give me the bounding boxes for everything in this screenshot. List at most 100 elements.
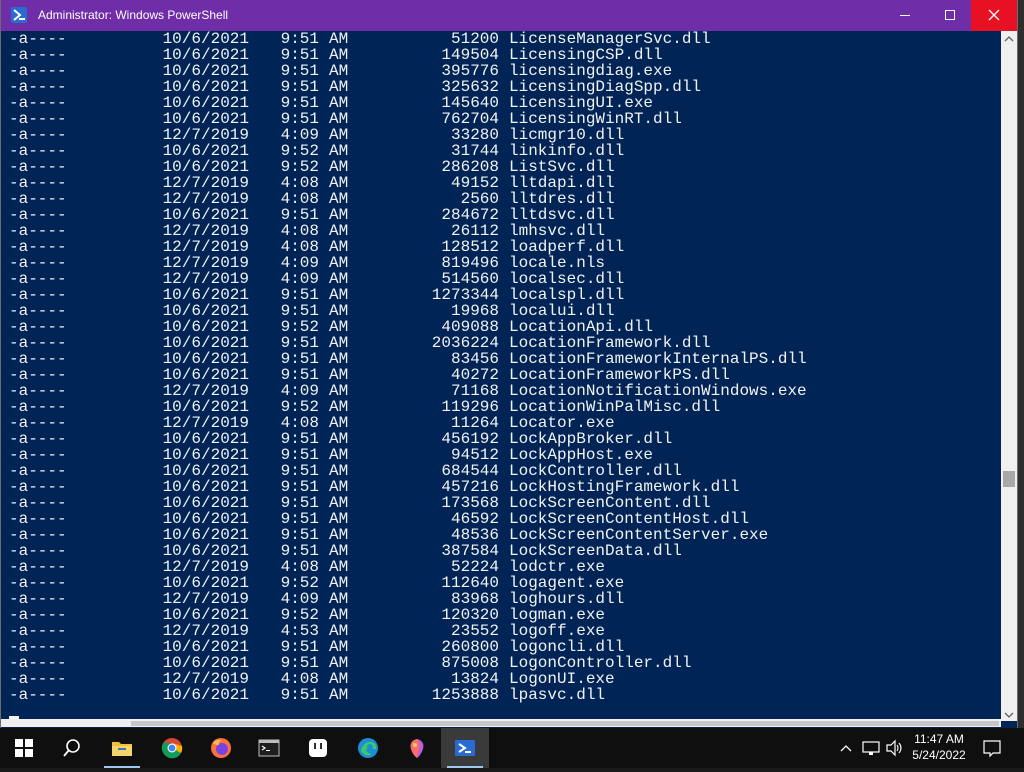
file-time: 9:51 bbox=[280, 478, 319, 496]
file-ampm: AM bbox=[329, 302, 349, 320]
horizontal-scroll-thumb[interactable] bbox=[131, 721, 999, 726]
file-time: 9:51 bbox=[280, 654, 319, 672]
app-icon bbox=[309, 739, 327, 757]
file-date: 10/6/2021 bbox=[162, 158, 249, 176]
firefox-button[interactable] bbox=[197, 728, 245, 768]
file-length: 457216 bbox=[441, 478, 499, 496]
file-length: 13824 bbox=[450, 670, 499, 688]
file-mode: -a---- bbox=[9, 62, 67, 80]
file-mode: -a---- bbox=[9, 350, 67, 368]
file-mode: -a---- bbox=[9, 590, 67, 608]
file-date: 10/6/2021 bbox=[162, 686, 249, 704]
listing-row: -a---- 10/6/2021 9:51 AM 173568 LockScreenCon… bbox=[9, 495, 999, 511]
file-ampm: AM bbox=[329, 558, 349, 576]
close-button[interactable] bbox=[971, 0, 1017, 31]
file-mode: -a---- bbox=[9, 382, 67, 400]
file-name: lmhsvc.dll bbox=[509, 222, 606, 240]
edge-button[interactable] bbox=[344, 728, 392, 768]
file-date: 12/7/2019 bbox=[162, 270, 249, 288]
file-time: 9:51 bbox=[280, 542, 319, 560]
listing-row: -a---- 10/6/2021 9:52 AM 409088 LocationApi.d… bbox=[9, 319, 999, 335]
desktop-background bbox=[1018, 0, 1024, 728]
file-length: 284672 bbox=[441, 206, 499, 224]
file-ampm: AM bbox=[329, 350, 349, 368]
file-date: 12/7/2019 bbox=[162, 174, 249, 192]
file-length: 173568 bbox=[441, 494, 499, 512]
file-ampm: AM bbox=[329, 654, 349, 672]
scroll-down-arrow-icon[interactable] bbox=[1001, 707, 1017, 721]
file-name: lodctr.exe bbox=[509, 558, 606, 576]
file-length: 2036224 bbox=[431, 334, 499, 352]
file-mode: -a---- bbox=[9, 638, 67, 656]
file-name: LockScreenContentServer.exe bbox=[509, 526, 769, 544]
chrome-button[interactable] bbox=[148, 728, 196, 768]
clock[interactable]: 11:47 AM 5/24/2022 bbox=[900, 731, 978, 763]
file-date: 10/6/2021 bbox=[162, 462, 249, 480]
file-mode: -a---- bbox=[9, 94, 67, 112]
vertical-scrollbar[interactable] bbox=[1001, 31, 1017, 721]
file-length: 260800 bbox=[441, 638, 499, 656]
search-button[interactable] bbox=[48, 728, 96, 768]
file-ampm: AM bbox=[329, 606, 349, 624]
title-bar[interactable]: Administrator: Windows PowerShell bbox=[1, 0, 1017, 31]
file-mode: -a---- bbox=[9, 654, 67, 672]
file-time: 4:08 bbox=[280, 558, 319, 576]
file-time: 9:52 bbox=[280, 574, 319, 592]
network-icon bbox=[862, 741, 880, 755]
file-ampm: AM bbox=[329, 94, 349, 112]
file-time: 9:51 bbox=[280, 46, 319, 64]
file-length: 387584 bbox=[441, 542, 499, 560]
file-date: 10/6/2021 bbox=[162, 494, 249, 512]
file-ampm: AM bbox=[329, 670, 349, 688]
file-name: Locator.exe bbox=[509, 414, 615, 432]
file-time: 9:51 bbox=[280, 686, 319, 704]
vertical-scroll-thumb[interactable] bbox=[1003, 471, 1015, 488]
terminal-button[interactable] bbox=[245, 728, 293, 768]
file-ampm: AM bbox=[329, 590, 349, 608]
edge-icon bbox=[358, 738, 378, 758]
file-date: 12/7/2019 bbox=[162, 414, 249, 432]
file-mode: -a---- bbox=[9, 174, 67, 192]
powershell-button[interactable] bbox=[441, 728, 489, 768]
file-date: 10/6/2021 bbox=[162, 526, 249, 544]
console-output[interactable]: -a---- 10/6/2021 9:51 AM 51200 LicenseManager… bbox=[9, 31, 999, 719]
listing-row: -a---- 10/6/2021 9:51 AM 46592 LockScreenCont… bbox=[9, 511, 999, 527]
file-mode: -a---- bbox=[9, 430, 67, 448]
file-ampm: AM bbox=[329, 430, 349, 448]
paint-button[interactable] bbox=[393, 728, 441, 768]
folder-icon bbox=[112, 742, 132, 756]
file-date: 10/6/2021 bbox=[162, 510, 249, 528]
maximize-button[interactable] bbox=[927, 0, 973, 31]
file-date: 10/6/2021 bbox=[162, 350, 249, 368]
file-ampm: AM bbox=[329, 510, 349, 528]
file-length: 2560 bbox=[460, 190, 499, 208]
listing-row: -a---- 10/6/2021 9:51 AM 395776 licensingdiag… bbox=[9, 63, 999, 79]
start-button[interactable] bbox=[0, 728, 48, 768]
network-button[interactable] bbox=[860, 728, 882, 768]
file-explorer-button[interactable] bbox=[98, 728, 146, 768]
file-ampm: AM bbox=[329, 174, 349, 192]
file-length: 286208 bbox=[441, 158, 499, 176]
file-ampm: AM bbox=[329, 238, 349, 256]
listing-row: -a---- 12/7/2019 4:09 AM 514560 localsec.dll bbox=[9, 271, 999, 287]
show-hidden-icons-button[interactable] bbox=[836, 728, 856, 768]
file-ampm: AM bbox=[329, 382, 349, 400]
file-date: 10/6/2021 bbox=[162, 62, 249, 80]
file-length: 145640 bbox=[441, 94, 499, 112]
listing-row: -a---- 10/6/2021 9:52 AM 119296 LocationWinPa… bbox=[9, 399, 999, 415]
listing-row: -a---- 10/6/2021 9:51 AM 1273344 localspl.dll bbox=[9, 287, 999, 303]
minimize-button[interactable] bbox=[882, 0, 928, 31]
clock-time: 11:47 AM bbox=[914, 732, 964, 746]
file-name: LicenseManagerSvc.dll bbox=[509, 31, 711, 48]
notifications-button[interactable] bbox=[980, 728, 1004, 768]
horizontal-scrollbar[interactable] bbox=[1, 719, 1001, 727]
file-mode: -a---- bbox=[9, 222, 67, 240]
file-mode: -a---- bbox=[9, 158, 67, 176]
file-date: 12/7/2019 bbox=[162, 190, 249, 208]
listing-row: -a---- 10/6/2021 9:51 AM 325632 LicensingDiag… bbox=[9, 79, 999, 95]
app-button[interactable] bbox=[294, 728, 342, 768]
file-length: 83456 bbox=[450, 350, 499, 368]
scroll-up-arrow-icon[interactable] bbox=[1001, 31, 1017, 45]
listing-row: -a---- 10/6/2021 9:52 AM 112640 logagent.exe bbox=[9, 575, 999, 591]
clock-date: 5/24/2022 bbox=[912, 748, 966, 762]
